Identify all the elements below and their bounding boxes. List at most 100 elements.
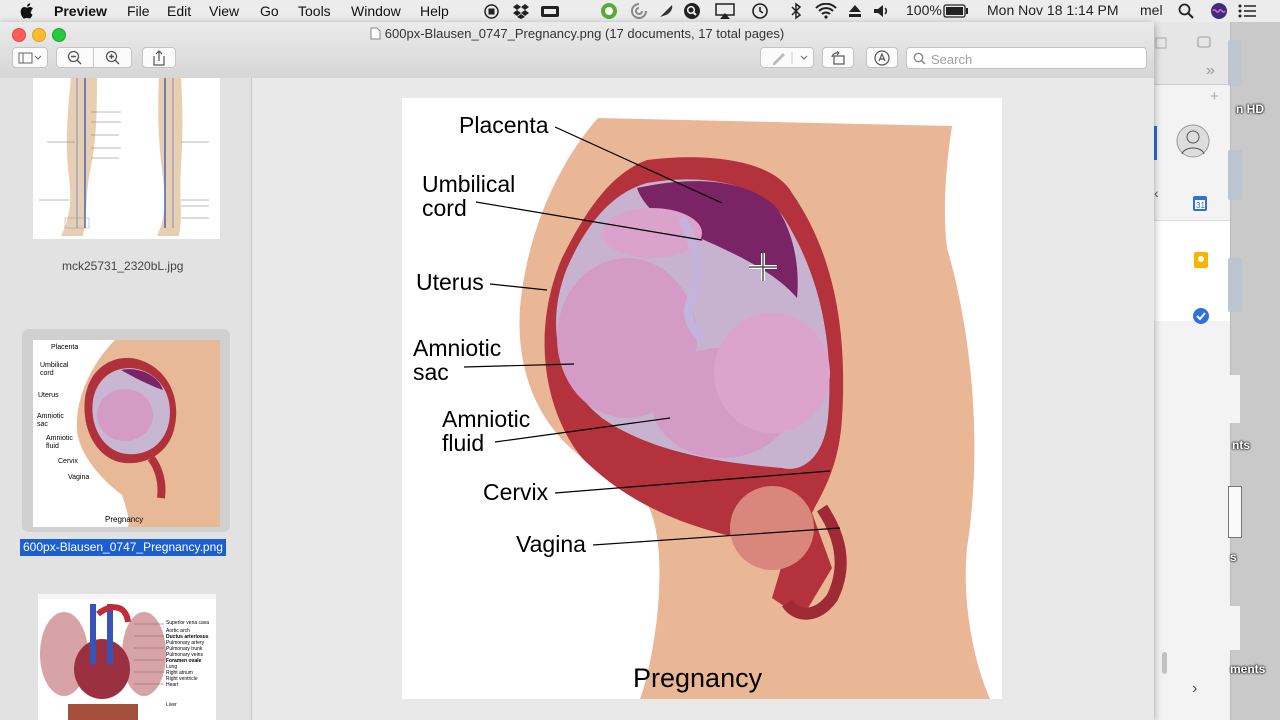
search-input[interactable] [929,49,1143,69]
markup-dropdown-button[interactable] [760,47,814,68]
sidebar-toggle-button[interactable] [12,47,48,68]
zoom-out-button[interactable] [56,47,94,68]
menu-app-name[interactable]: Preview [54,3,107,19]
window-title-text: 600px-Blausen_0747_Pregnancy.png (17 doc… [384,26,785,41]
add-icon[interactable]: + [1210,88,1219,105]
zoom-in-button[interactable] [93,47,132,68]
search-field[interactable] [906,47,1147,69]
sync-icon[interactable] [631,3,647,19]
keep-icon[interactable] [1193,251,1209,269]
drive-icon[interactable] [1228,150,1242,200]
desktop-label[interactable]: s [1230,550,1237,564]
thumb-label: Uterus [38,392,59,399]
rotate-button[interactable] [822,47,854,68]
label-amniotic-fluid: Amniotic [442,406,531,432]
record-icon[interactable] [484,4,499,19]
thumbnail-caption[interactable]: mck25731_2320bL.jpg [62,259,183,273]
avatar[interactable] [1176,124,1210,158]
thumbnail-leg-veins[interactable] [33,78,220,239]
background-window: » + ‹ 31 › [1154,22,1231,720]
label-sac: sac [413,359,449,385]
dropbox-icon[interactable] [512,3,530,19]
clock[interactable]: Mon Nov 18 1:14 PM [987,2,1119,18]
scrollbar[interactable] [1162,652,1167,674]
evernote-icon[interactable] [600,2,618,20]
menu-window[interactable]: Window [351,3,401,19]
markup-icon [874,49,890,66]
battery-percent: 100% [906,2,942,18]
search-tool-icon[interactable] [683,2,701,20]
window-icon[interactable] [1196,34,1212,50]
thumb-label: Amniotic [46,435,73,442]
crosshair-cursor-icon [749,253,777,281]
zoom-out-icon [67,50,82,64]
desktop-label[interactable]: n HD [1236,102,1264,116]
wifi-icon[interactable] [815,3,837,19]
label-placenta: Placenta [459,112,549,138]
document-page[interactable]: Placenta Umbilical cord Uterus Amniotic … [402,98,1002,699]
markup-toolbar-button[interactable] [866,47,898,68]
document-canvas[interactable]: Placenta Umbilical cord Uterus Amniotic … [252,78,1154,720]
zoom-in-icon [105,50,119,64]
menu-go[interactable]: Go [260,3,279,19]
thumbnail-heart[interactable]: Superior vena cava Aortic arch Ductus ar… [38,594,216,720]
volume-icon[interactable] [873,3,891,19]
label-amniotic-sac: Amniotic [413,335,502,361]
thumb-label: fluid [46,443,59,450]
document-title: Pregnancy [633,663,763,693]
thumbnail-caption-selected[interactable]: 600px-Blausen_0747_Pregnancy.png [20,539,226,556]
siri-icon[interactable] [1210,2,1228,20]
desktop-label[interactable]: ments [1230,662,1265,676]
next-chevron-icon[interactable]: › [1192,680,1197,698]
thumb-label: sac [37,421,48,428]
thumb-label: Cervix [58,458,78,465]
label-cervix: Cervix [483,479,549,505]
pen-icon [773,51,808,65]
notification-center-icon[interactable] [1238,4,1256,18]
time-machine-icon[interactable] [751,2,769,20]
thumb-label: Umbilical [40,362,69,369]
share-button[interactable] [142,47,176,68]
label-vagina: Vagina [516,531,586,557]
collapse-chevron-icon[interactable]: ‹ [1154,185,1159,201]
menu-edit[interactable]: Edit [167,3,191,19]
drive-icon[interactable] [1228,258,1242,312]
apple-icon[interactable] [20,3,34,19]
desktop-label[interactable]: nts [1232,438,1250,452]
file-icon[interactable] [1228,486,1242,538]
menu-help[interactable]: Help [420,3,449,19]
tasks-icon[interactable] [1192,307,1210,325]
thumb-label: Amniotic [37,413,64,420]
thumb-label: Placenta [51,344,79,351]
share-icon[interactable] [1154,34,1168,50]
menu-tools[interactable]: Tools [298,3,331,19]
thumb-label: cord [40,370,54,377]
spotlight-icon[interactable] [1178,3,1194,19]
file-icon[interactable] [1228,606,1240,650]
forward-chevron-icon[interactable]: » [1206,62,1215,80]
title-bar: 600px-Blausen_0747_Pregnancy.png (17 doc… [0,22,1154,79]
label-umbilical: Umbilical [422,171,516,197]
drive-icon[interactable] [540,3,560,19]
menu-file[interactable]: File [127,3,150,19]
airplay-icon[interactable] [715,3,735,19]
file-icon[interactable] [1228,375,1240,423]
drive-icon[interactable] [1228,40,1242,86]
window-title: 600px-Blausen_0747_Pregnancy.png (17 doc… [0,26,1154,41]
thumb-label: Superior vena cava [166,620,210,626]
leg-veins-image [39,78,209,236]
thumbnail-pregnancy[interactable]: Placenta Umbilical cord Uterus Amniotic … [33,340,220,527]
menu-view[interactable]: View [209,3,239,19]
battery-icon[interactable] [943,4,969,18]
document-icon [370,27,381,40]
calendar-day: 31 [1196,201,1205,210]
menu-bar: Preview File Edit View Go Tools Window H… [0,0,1280,23]
thumb-label: Vagina [68,474,90,481]
feather-icon[interactable] [658,3,674,19]
user-name[interactable]: mel [1140,2,1163,18]
rotate-icon [831,50,845,65]
eject-icon[interactable] [848,4,862,18]
label-uterus: Uterus [416,269,484,295]
bluetooth-icon[interactable] [790,2,802,20]
search-icon [913,52,926,65]
